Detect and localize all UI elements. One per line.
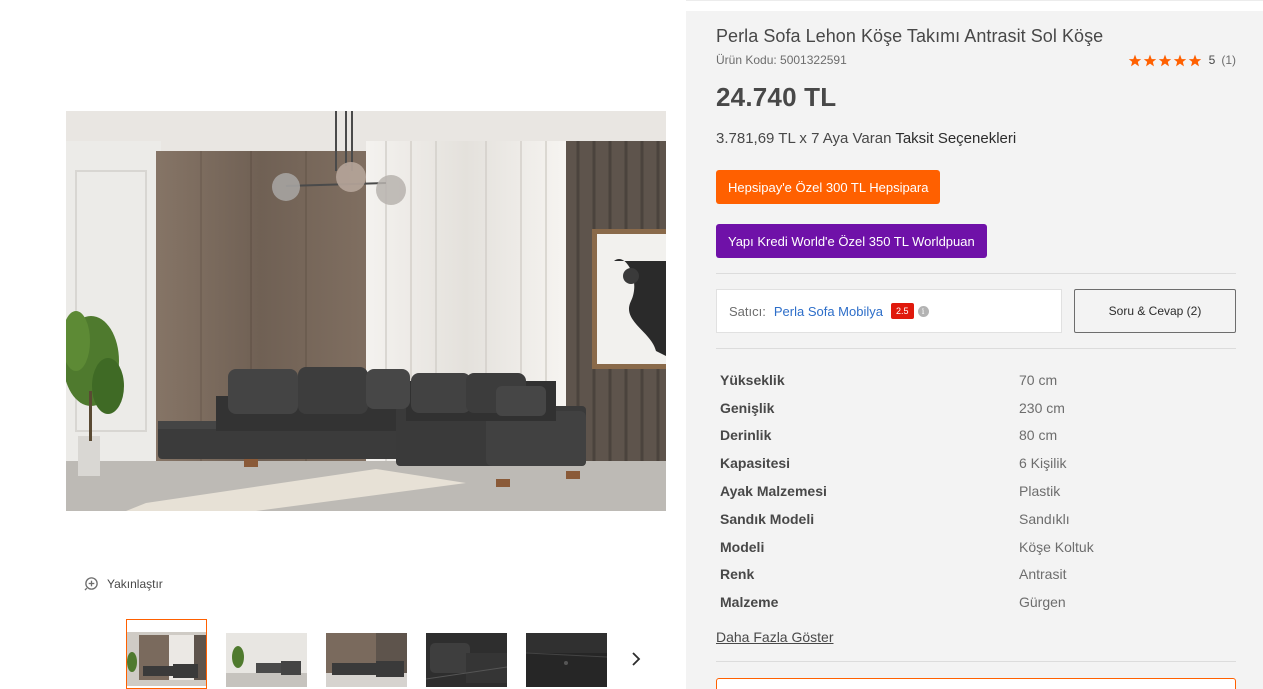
spec-value: Köşe Koltuk [1019,538,1094,555]
spec-key: Derinlik [720,427,772,444]
installment-info: 3.781,69 TL x 7 Aya Varan Taksit Seçenek… [716,130,1016,147]
thumbnail-3-image [326,633,407,687]
spec-table: Yükseklik 70 cm Genişlik 230 cm Derinlik 80… [720,366,1240,616]
product-price: 24.740 TL [716,82,837,112]
star-icon [1188,54,1201,66]
star-icon [1173,54,1186,66]
spec-row: Genişlik 230 cm [720,394,1240,422]
info-icon[interactable]: i [917,305,929,317]
thumbnail-1-image [127,632,206,686]
star-icon [1128,54,1141,66]
divider [716,661,1236,662]
spec-value: Gürgen [1019,594,1066,611]
spec-row: Modeli Köşe Koltuk [720,533,1240,561]
spec-key: Sandık Modeli [720,510,815,527]
spec-key: Genişlik [720,399,775,416]
spec-key: Renk [720,566,755,583]
spec-row: Kapasitesi 6 Kişilik [720,449,1240,477]
installment-text: 3.781,69 TL x 7 Aya Varan [716,130,896,147]
chevron-right-icon [632,652,641,666]
spec-value: 80 cm [1019,427,1058,444]
rating-stars [1128,54,1202,67]
spec-key: Modeli [720,538,765,555]
product-rating[interactable]: 5 (1) [1128,53,1236,67]
spec-value: Antrasit [1019,566,1067,583]
thumbnail-4[interactable] [426,619,507,689]
spec-value: Sandıklı [1019,510,1070,527]
zoom-label: Yakınlaştır [107,576,163,591]
product-gallery: Yakınlaştır [0,0,686,689]
spec-key: Yükseklik [720,371,785,388]
thumbnail-1[interactable] [126,619,207,689]
star-icon [1158,54,1171,66]
installment-options-link[interactable]: Taksit Seçenekleri [895,130,1016,147]
product-sku: Ürün Kodu: 5001322591 [716,53,847,67]
qa-button[interactable]: Soru & Cevap (2) [1074,289,1236,333]
thumbnail-5-image [526,633,607,687]
divider [716,348,1236,349]
sofa-room-image [66,111,666,511]
thumbnail-5[interactable] [526,619,607,689]
seller-score-badge: 2.5 [890,303,914,319]
product-info-panel: Perla Sofa Lehon Köşe Takımı Antrasit So… [686,11,1263,689]
thumbnail-4-image [426,633,507,687]
spec-key: Kapasitesi [720,455,791,472]
spec-row: Yükseklik 70 cm [720,366,1240,394]
rating-count: (1) [1221,53,1236,67]
spec-value: 230 cm [1019,399,1065,416]
seller-label: Satıcı: [729,303,766,319]
spec-value: Plastik [1019,483,1061,500]
spec-key: Malzeme [720,594,779,611]
main-product-image[interactable] [66,111,666,511]
spec-row: Derinlik 80 cm [720,422,1240,450]
spec-value: 70 cm [1019,371,1058,388]
next-section-box [716,678,1236,689]
star-icon [1143,54,1156,66]
spec-row: Ayak Malzemesi Plastik [720,477,1240,505]
thumbnail-2[interactable] [226,619,307,689]
thumbnail-strip [126,619,607,689]
spec-row: Malzeme Gürgen [720,588,1240,616]
zoom-button[interactable]: Yakınlaştır [84,576,163,591]
show-more-link[interactable]: Daha Fazla Göster [716,629,834,645]
zoom-in-icon [84,577,98,591]
rating-value: 5 [1208,53,1216,67]
thumbnail-3[interactable] [326,619,407,689]
spec-key: Ayak Malzemesi [720,483,827,500]
divider [716,273,1236,274]
seller-name-link[interactable]: Perla Sofa Mobilya [774,304,883,319]
product-title: Perla Sofa Lehon Köşe Takımı Antrasit So… [716,26,1104,46]
thumbnail-2-image [226,633,307,687]
spec-value: 6 Kişilik [1019,455,1067,472]
hepsipay-promo-badge[interactable]: Hepsipay'e Özel 300 TL Hepsipara [716,170,941,204]
thumbnail-next-button[interactable] [626,648,646,670]
spec-row: Sandık Modeli Sandıklı [720,505,1240,533]
worldpuan-promo-badge[interactable]: Yapı Kredi World'e Özel 350 TL Worldpuan [716,224,987,258]
spec-row: Renk Antrasit [720,561,1240,589]
seller-box: Satıcı: Perla Sofa Mobilya 2.5 i [716,289,1062,333]
